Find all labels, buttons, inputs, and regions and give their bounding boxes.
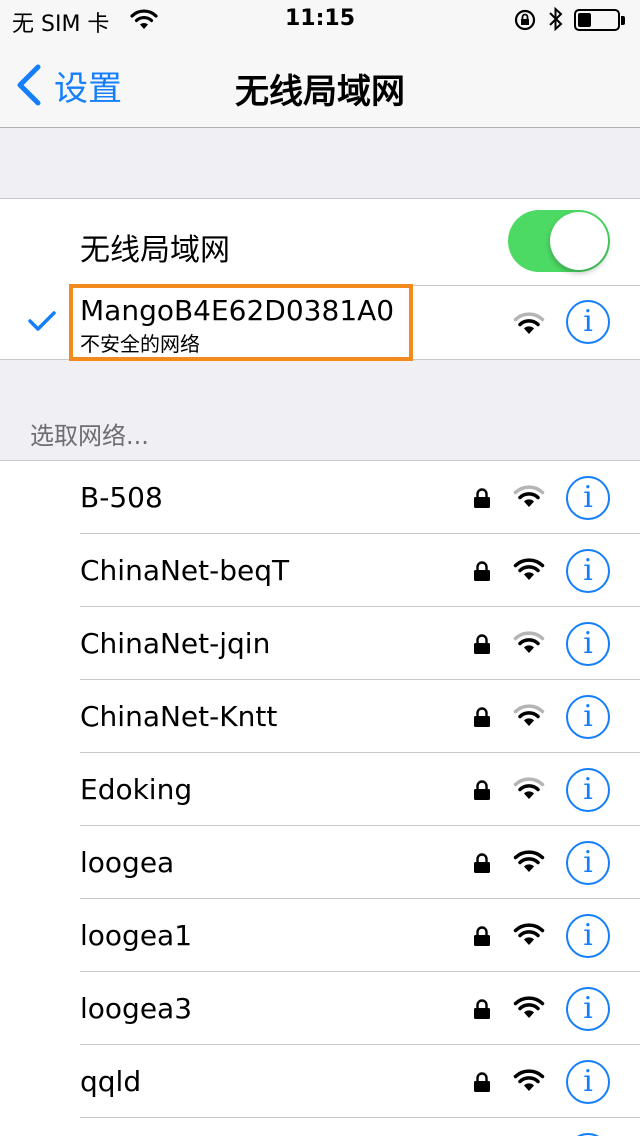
network-list: B-508 i ChinaNet-beqT i ChinaNet-jqin i ChinaN… (0, 460, 640, 1136)
lock-icon (473, 998, 491, 1024)
network-name: loogea1 (80, 919, 193, 952)
lock-icon (473, 779, 491, 805)
info-button[interactable]: i (566, 1060, 610, 1104)
wifi-signal-strong-icon (513, 558, 545, 586)
lock-icon (473, 633, 491, 659)
status-bar: 无 SIM 卡 11:15 (0, 0, 640, 40)
page-title: 无线局域网 (235, 72, 405, 112)
network-row[interactable]: qqld i (0, 1045, 640, 1118)
network-row[interactable]: loogea i (0, 826, 640, 899)
wifi-signal-weak-icon (513, 777, 545, 805)
network-row[interactable]: loogea3 i (0, 972, 640, 1045)
network-row[interactable]: Edoking i (0, 753, 640, 826)
section-header: 选取网络... (30, 422, 149, 450)
network-name: ChinaNet-jqin (80, 627, 271, 660)
wifi-signal-weak-icon (513, 312, 545, 340)
wifi-signal-weak-icon (513, 704, 545, 732)
network-name: loogea3 (80, 992, 193, 1025)
network-name: ChinaNet-beqT (80, 554, 290, 587)
wifi-toggle-label: 无线局域网 (80, 233, 230, 268)
lock-icon (473, 706, 491, 732)
wifi-signal-strong-icon (513, 850, 545, 878)
network-row[interactable]: ChinaNet-Kntt i (0, 680, 640, 753)
wifi-signal-strong-icon (513, 996, 545, 1024)
info-button[interactable]: i (566, 476, 610, 520)
lock-icon (473, 1071, 491, 1097)
checkmark-icon (28, 311, 56, 331)
wifi-toggle-row: 无线局域网 (0, 199, 640, 285)
wifi-signal-strong-icon (513, 1069, 545, 1097)
network-name: qqld (80, 1065, 142, 1098)
wifi-signal-strong-icon (513, 923, 545, 951)
wifi-signal-weak-icon (513, 631, 545, 659)
wifi-toggle[interactable] (508, 210, 610, 272)
info-button[interactable]: i (566, 300, 610, 344)
lock-icon (473, 925, 491, 951)
status-time: 11:15 (284, 6, 356, 31)
highlight-box (69, 284, 413, 361)
navigation-bar: 设置 无线局域网 (0, 40, 640, 128)
toggle-knob (550, 212, 608, 270)
wifi-signal-weak-icon (513, 485, 545, 513)
lock-icon (473, 560, 491, 586)
lock-icon (473, 487, 491, 513)
lock-icon (473, 852, 491, 878)
info-button[interactable]: i (566, 622, 610, 666)
info-button[interactable]: i (566, 914, 610, 958)
info-button[interactable]: i (566, 768, 610, 812)
battery-level (578, 13, 591, 27)
info-button[interactable]: i (566, 549, 610, 593)
network-name: ChinaNet-Kntt (80, 700, 278, 733)
battery-tip (621, 16, 625, 25)
network-row[interactable]: loogea1 i (0, 899, 640, 972)
orientation-lock-icon (513, 8, 537, 36)
network-row[interactable]: i (0, 1118, 640, 1136)
network-name: loogea (80, 846, 175, 879)
info-button[interactable]: i (566, 841, 610, 885)
network-name: Edoking (80, 773, 193, 806)
network-name: B-508 (80, 481, 163, 514)
info-button[interactable]: i (566, 987, 610, 1031)
network-row[interactable]: B-508 i (0, 461, 640, 534)
network-row[interactable]: ChinaNet-jqin i (0, 607, 640, 680)
bluetooth-icon (548, 6, 564, 38)
battery-icon (574, 9, 620, 31)
info-button[interactable]: i (566, 695, 610, 739)
network-row[interactable]: ChinaNet-beqT i (0, 534, 640, 607)
